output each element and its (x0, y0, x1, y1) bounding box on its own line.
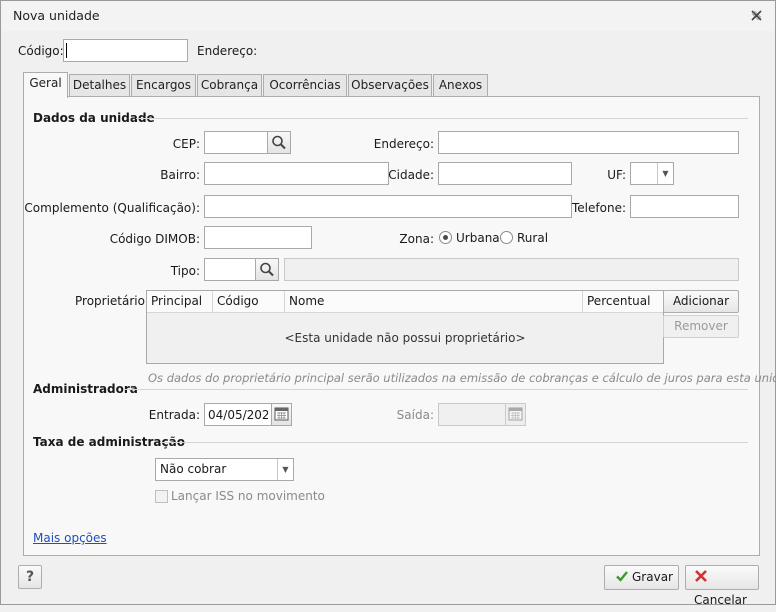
section-administradora-title: Administradora (33, 382, 138, 396)
chevron-down-icon: ▼ (657, 163, 673, 184)
table-empty-message: <Esta unidade não possui proprietário> (284, 331, 526, 345)
calendar-icon (274, 407, 289, 421)
dimob-input[interactable] (204, 226, 312, 249)
proprietario-label: Proprietário: (75, 294, 150, 308)
complemento-input[interactable] (204, 195, 572, 218)
window-title: Nova unidade (13, 8, 100, 23)
tab-detalhes[interactable]: Detalhes (69, 74, 130, 97)
saida-date-input[interactable] (438, 403, 506, 426)
tipo-description (284, 258, 739, 281)
tab-anexos[interactable]: Anexos (433, 74, 488, 97)
radio-urbana[interactable] (439, 231, 452, 244)
help-icon: ? (25, 569, 35, 585)
cep-input[interactable] (204, 131, 268, 154)
add-owner-button[interactable]: Adicionar (663, 290, 739, 313)
uf-value (631, 166, 634, 180)
tipo-search-button[interactable] (255, 258, 279, 281)
cidade-label: Cidade: (388, 168, 434, 182)
radio-rural-label: Rural (517, 231, 549, 245)
column-principal[interactable]: Principal (147, 291, 213, 313)
search-icon (260, 262, 274, 277)
taxa-select[interactable]: Não cobrar ▼ (155, 458, 294, 481)
close-button[interactable] (745, 7, 767, 25)
endereco-top-label: Endereço: (197, 44, 258, 58)
dimob-label: Código DIMOB: (109, 232, 200, 246)
calendar-icon (508, 407, 523, 421)
radio-rural[interactable] (500, 231, 513, 244)
checkmark-icon (616, 571, 628, 582)
saida-calendar-button[interactable] (505, 403, 526, 426)
iss-checkbox[interactable] (155, 490, 168, 503)
tab-geral[interactable]: Geral (23, 72, 68, 98)
tab-observacoes[interactable]: Observações (348, 74, 432, 97)
cancel-button[interactable]: Cancelar (685, 565, 759, 607)
saida-label: Saída: (396, 408, 434, 422)
cep-label: CEP: (172, 137, 200, 151)
codigo-input[interactable] (63, 39, 188, 62)
tab-cobranca[interactable]: Cobrança (197, 74, 262, 97)
cidade-input[interactable] (438, 162, 572, 185)
table-header: Principal Código Nome Percentual (147, 291, 663, 313)
telefone-input[interactable] (630, 195, 739, 218)
endereco-label: Endereço: (373, 137, 434, 151)
complemento-label: Complemento (Qualificação): (24, 201, 200, 215)
save-button[interactable]: Gravar (604, 565, 679, 590)
save-button-label: Gravar (632, 570, 673, 584)
text-cursor (66, 43, 67, 58)
mais-opcoes-link[interactable]: Mais opções (33, 531, 107, 545)
telefone-label: Telefone: (572, 201, 626, 215)
zona-label: Zona: (399, 232, 434, 246)
close-icon (750, 10, 762, 21)
column-codigo[interactable]: Código (213, 291, 285, 313)
iss-checkbox-label: Lançar ISS no movimento (171, 489, 325, 503)
entrada-date-input[interactable] (204, 403, 272, 426)
uf-label: UF: (607, 168, 626, 182)
taxa-select-value: Não cobrar (160, 462, 227, 476)
section-separator (124, 389, 748, 390)
uf-select[interactable]: ▼ (630, 162, 674, 185)
owner-hint-text: Os dados do proprietário principal serão… (148, 371, 776, 385)
codigo-label: Código: (18, 44, 64, 58)
section-separator (136, 118, 748, 119)
bairro-input[interactable] (204, 162, 389, 185)
remove-owner-button[interactable]: Remover (663, 315, 739, 338)
bairro-label: Bairro: (160, 168, 200, 182)
search-icon (272, 135, 286, 150)
column-percentual[interactable]: Percentual (583, 291, 663, 313)
entrada-label: Entrada: (148, 408, 200, 422)
help-button[interactable]: ? (18, 565, 42, 589)
proprietarios-table[interactable]: Principal Código Nome Percentual <Esta u… (146, 290, 664, 364)
column-nome[interactable]: Nome (285, 291, 583, 313)
title-bar: Nova unidade (1, 1, 775, 31)
chevron-down-icon: ▼ (277, 459, 293, 480)
tipo-input[interactable] (204, 258, 256, 281)
entrada-calendar-button[interactable] (271, 403, 292, 426)
tipo-label: Tipo: (170, 264, 200, 278)
cep-search-button[interactable] (267, 131, 291, 154)
cancel-x-icon (695, 570, 707, 582)
section-separator (160, 442, 748, 443)
tab-encargos[interactable]: Encargos (131, 74, 196, 97)
radio-urbana-label: Urbana (456, 231, 500, 245)
tab-ocorrencias[interactable]: Ocorrências (263, 74, 347, 97)
endereco-input[interactable] (438, 131, 739, 154)
